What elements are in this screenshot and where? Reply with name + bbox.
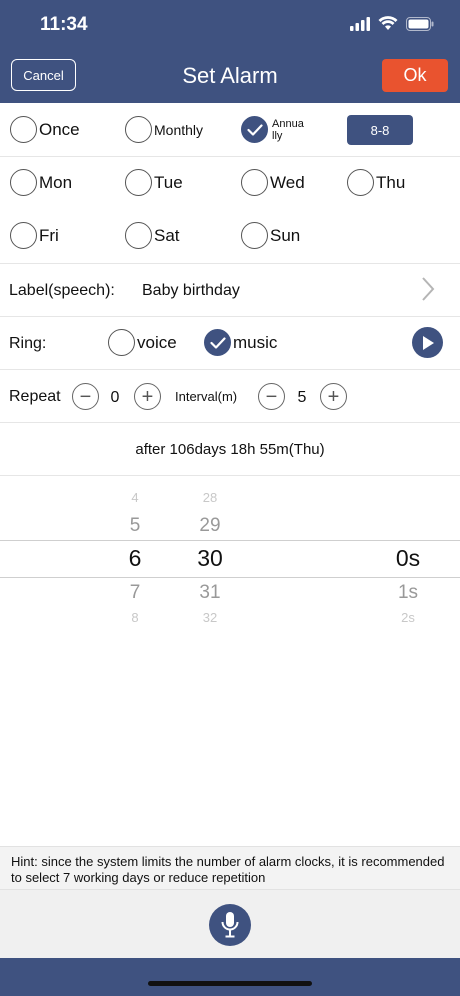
ring-key: Ring: [9,335,47,352]
radio-circle[interactable] [108,329,135,356]
option-monthly-label: Monthly [154,121,204,138]
picker-top-divider [0,540,460,541]
picker-bottom-divider [0,577,460,578]
checkmark-icon [209,336,226,349]
ring-music-label: music [233,332,278,352]
radio-circle[interactable] [10,116,37,143]
signal-icon [350,16,370,31]
play-button[interactable] [412,327,443,358]
microphone-button[interactable] [209,904,251,946]
microphone-icon [221,912,239,938]
hint-text: Hint: since the system limits the number… [11,854,445,885]
picker-minute-selected[interactable]: 30 [185,545,235,572]
interval-value: 5 [297,389,307,406]
interval-key: Interval(m) [175,389,238,404]
wifi-icon [378,16,398,30]
label-key: Label(speech): [9,282,115,299]
picker-minute-item[interactable]: 28 [185,490,235,505]
picker-minute-item[interactable]: 31 [185,582,235,604]
label-value[interactable]: Baby birthday [142,282,240,300]
picker-second-item[interactable]: 1s [383,582,433,604]
status-time: 11:34 [40,14,88,35]
ok-button[interactable]: Ok [382,59,448,92]
repeat-plus-button[interactable]: + [134,383,161,410]
radio-circle[interactable] [125,116,152,143]
ring-voice-label: voice [137,332,177,352]
checked-radio[interactable] [204,329,231,356]
option-annually[interactable]: Annua lly [241,116,308,143]
option-annually-label: Annua lly [272,117,304,142]
interval-minus-button[interactable]: − [258,383,285,410]
ring-voice-option[interactable]: voice [108,329,177,356]
repeat-key: Repeat [9,388,61,405]
picker-hour-item[interactable]: 7 [115,582,155,604]
checkmark-icon [246,123,263,136]
interval-plus-button[interactable]: + [320,383,347,410]
battery-icon [406,16,434,31]
countdown-text: after 106days 18h 55m(Thu) [135,441,325,458]
status-icons [350,16,434,31]
repeat-minus-button[interactable]: − [72,383,99,410]
repeat-value: 0 [110,389,120,406]
option-monthly[interactable]: Monthly [125,116,203,143]
ring-music-option[interactable]: music [204,329,277,356]
hint-box: Hint: since the system limits the number… [0,846,460,890]
picker-hour-selected[interactable]: 6 [115,545,155,572]
bottom-bar [0,958,460,996]
option-once[interactable]: Once [10,116,80,143]
picker-second-item[interactable]: 2s [383,610,433,622]
picker-hour-item[interactable]: 4 [115,490,155,505]
date-button[interactable]: 8-8 [347,115,413,145]
picker-hour-item[interactable]: 8 [115,610,155,622]
picker-second-selected[interactable]: 0s [383,545,433,572]
picker-minute-item[interactable]: 32 [185,610,235,622]
chevron-right-icon[interactable] [420,276,436,302]
play-icon [422,335,434,350]
option-once-label: Once [39,119,80,139]
picker-minute-item[interactable]: 29 [185,515,235,537]
picker-hour-item[interactable]: 5 [115,515,155,537]
checked-radio[interactable] [241,116,268,143]
home-indicator[interactable] [148,981,312,986]
days-section [0,156,460,264]
